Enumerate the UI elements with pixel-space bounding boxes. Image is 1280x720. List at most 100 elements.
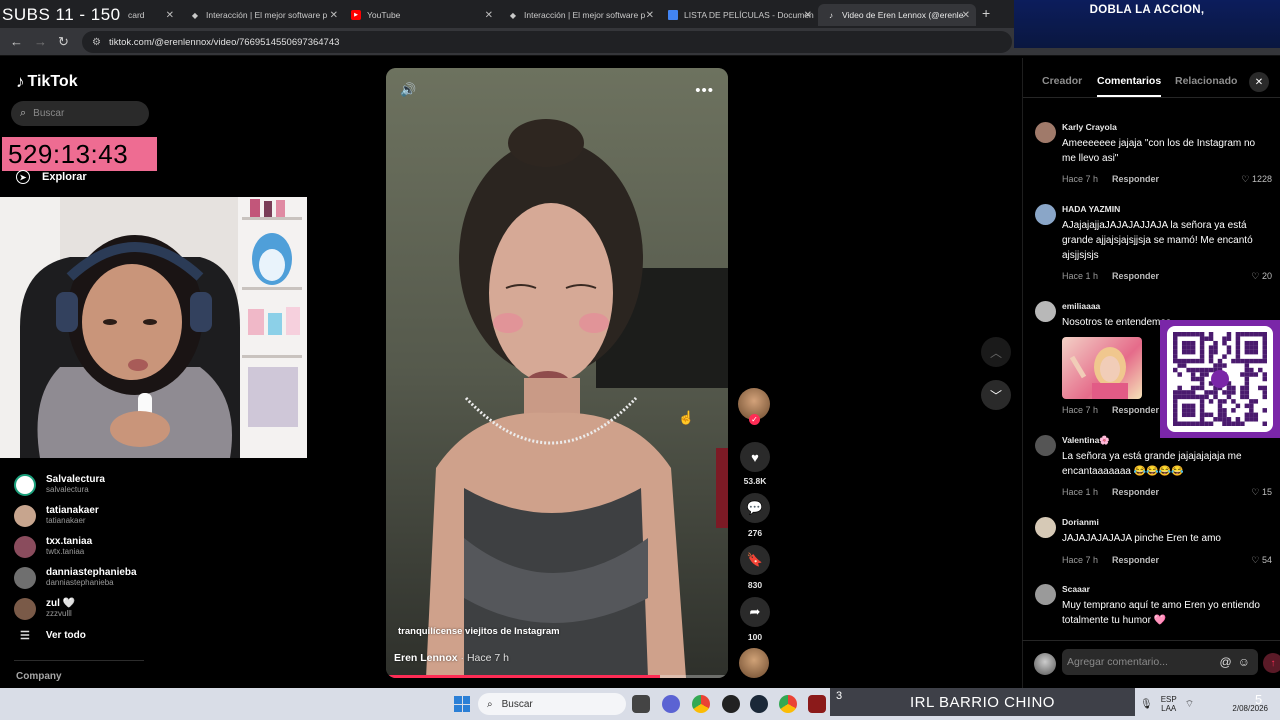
video-author[interactable]: Eren Lennox [394,652,458,664]
reply-button[interactable]: Responder [1112,271,1159,282]
pocket-icon: ◆ [191,10,199,20]
chrome-icon[interactable] [692,695,710,713]
volume-icon[interactable]: 🔊 [400,82,416,98]
close-tab-icon[interactable]: ✕ [330,10,338,21]
url-field[interactable]: ⚙ tiktok.com/@erenlennox/video/766951455… [82,31,1012,53]
forward-arrow-icon[interactable]: → [34,34,47,49]
overlay-counter: 3 [836,690,843,702]
qr-module [1262,372,1267,377]
sidebar-item-explore[interactable]: ➤ Explorar [16,170,87,184]
search-input[interactable]: ⌕ Buscar [11,101,149,126]
comment-like-button[interactable]: ♡ 15 [1251,487,1272,498]
avatar[interactable] [1035,122,1056,143]
tab-comments[interactable]: Comentarios [1097,75,1162,97]
new-tab-icon[interactable]: + [982,5,990,21]
wifi-icon[interactable]: ⌔ [1185,698,1194,711]
tiktok-logo[interactable]: ♪ TikTok [16,72,78,92]
sound-disc-avatar[interactable] [739,648,769,678]
comment-like-button[interactable]: ♡ 1228 [1241,174,1272,185]
following-account[interactable]: zul 🤍 zzzvulll [14,593,214,624]
app-icon[interactable] [808,695,826,713]
browser-tab-2[interactable]: ◆ Interacción | El mejor software p ✕ [182,4,344,26]
more-options-icon[interactable]: ••• [695,82,714,99]
emoji-icon[interactable]: ☺ [1238,655,1250,669]
qr-module [1258,332,1263,337]
taskbar-search[interactable]: ⌕ Buscar [478,693,626,715]
comment-user[interactable]: Karly Crayola [1062,122,1117,132]
qr-module [1262,332,1267,337]
comment-like-button[interactable]: ♡ 54 [1251,555,1272,566]
close-tab-icon[interactable]: ✕ [166,10,174,21]
video-author-line[interactable]: Eren Lennox · Hace 7 h [394,652,509,664]
close-tab-icon[interactable]: ✕ [804,10,812,21]
back-arrow-icon[interactable]: ← [10,34,23,49]
qr-module [1235,336,1241,341]
reload-icon[interactable]: ↻ [58,34,69,50]
qr-module [1240,390,1245,395]
qr-module [1213,349,1218,355]
following-account[interactable]: tatianakaer tatianakaer [14,500,214,531]
comment-user[interactable]: HADA YAZMIN [1062,204,1120,214]
following-account[interactable]: txx.taniaa twtx.taniaa [14,531,214,562]
share-arrow-icon: ➦ [749,604,761,619]
steam-icon[interactable] [750,695,768,713]
comment-gif[interactable] [1062,337,1142,399]
following-account[interactable]: Salvalectura salvalectura [14,469,214,500]
reply-button[interactable]: Responder [1112,487,1159,498]
comment-button[interactable]: 💬 [740,493,770,523]
video-progress-bar[interactable] [386,675,728,678]
browser-tab-docs[interactable]: LISTA DE PELÍCULAS - Documen ✕ [660,4,818,26]
like-button[interactable]: ♥ [740,442,770,472]
comment-user[interactable]: Scaaar [1062,584,1090,594]
avatar[interactable] [1035,435,1056,456]
windows-start-icon[interactable] [454,696,470,712]
share-button[interactable]: ➦ [740,597,770,627]
close-tab-icon[interactable]: ✕ [485,10,493,21]
save-button[interactable]: 🔖 [740,545,770,575]
following-account[interactable]: danniastephanieba danniastephanieba [14,562,214,593]
qr-module [1181,412,1187,418]
comment-input[interactable]: Agregar comentario... @ ☺ [1062,649,1258,675]
obs-icon[interactable] [722,695,740,713]
reply-button[interactable]: Responder [1112,555,1159,566]
mention-icon[interactable]: @ [1220,655,1232,669]
avatar[interactable] [1035,301,1056,322]
comment-icon: 💬 [746,500,764,515]
close-panel-icon[interactable]: ✕ [1249,72,1269,92]
next-video-button[interactable]: ﹀ [981,380,1011,410]
qr-module [1190,385,1196,391]
browser-tab-tiktok[interactable]: ♪ Video de Eren Lennox (@erenle ✕ [818,4,976,26]
comment-time: Hace 1 h [1062,271,1099,281]
chrome-icon[interactable] [779,695,797,713]
see-all-button[interactable]: ☰ Ver todo [20,629,86,642]
reply-button[interactable]: Responder [1112,174,1159,185]
qr-module [1177,358,1182,364]
comment-like-button[interactable]: ♡ 20 [1251,271,1272,282]
comment-user[interactable]: Valentina🌸 [1062,435,1110,446]
company-link[interactable]: Company [16,671,62,682]
reply-button[interactable]: Responder [1112,405,1159,415]
browser-tab-4[interactable]: ◆ Interacción | El mejor software p ✕ [500,4,660,26]
close-tab-icon[interactable]: ✕ [646,10,654,21]
send-comment-button[interactable]: ↑ [1263,653,1280,673]
browser-tab-youtube[interactable]: ▶ YouTube ✕ [343,4,499,26]
comment-user[interactable]: emiliaaaa [1062,301,1100,311]
tab-related[interactable]: Relacionado [1175,75,1237,87]
avatar[interactable] [1035,517,1056,538]
follow-check-icon[interactable]: ✓ [749,414,760,425]
avatar[interactable] [1035,204,1056,225]
close-tab-icon[interactable]: ✕ [962,10,970,21]
qr-module [1226,336,1232,341]
microphone-icon[interactable]: 🎙 [1140,699,1153,710]
tab-creator[interactable]: Creador [1042,75,1082,87]
previous-video-button[interactable]: ︿ [981,337,1011,367]
avatar[interactable] [1035,584,1056,605]
keyboard-language[interactable]: ESP LAA [1161,695,1177,713]
qr-module [1213,345,1218,350]
video-player[interactable]: 🔊 ••• tranquilícense viejitos de Instagr… [386,68,728,678]
site-settings-icon[interactable]: ⚙ [92,37,101,48]
comment-user[interactable]: Dorianmi [1062,517,1099,527]
discord-icon[interactable] [662,695,680,713]
browser-tab-1[interactable]: card ✕ [120,4,180,26]
task-view-icon[interactable] [632,695,650,713]
